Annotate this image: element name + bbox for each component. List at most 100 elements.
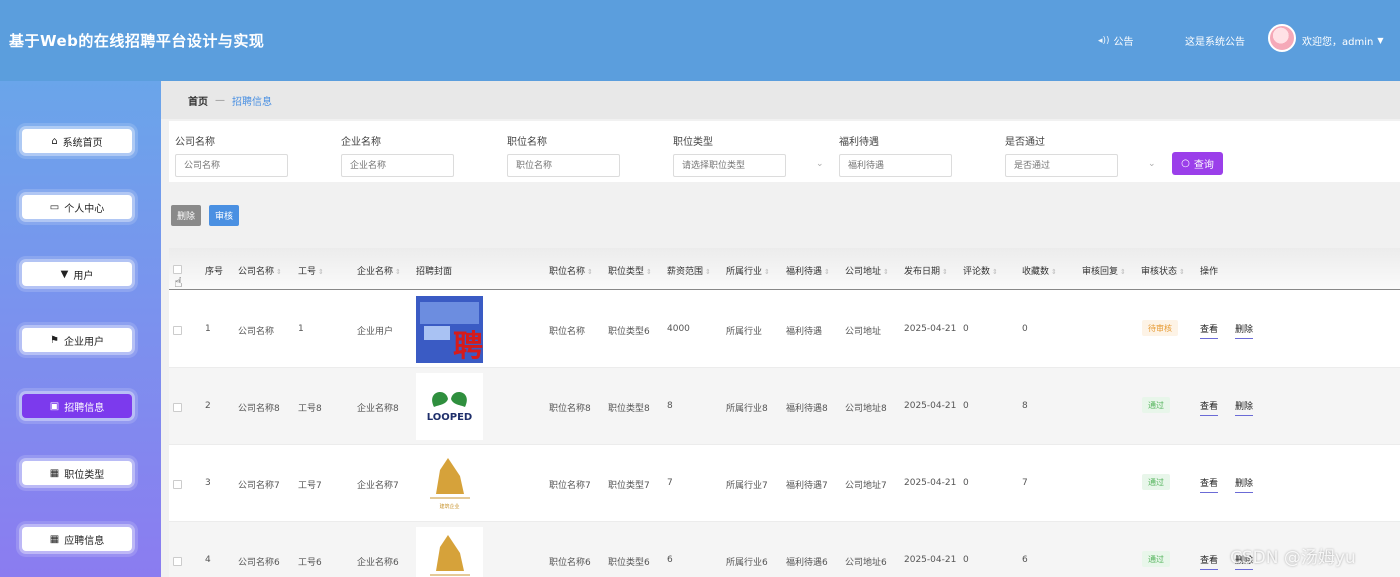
- row-checkbox[interactable]: [173, 480, 182, 489]
- cell-emp-no: 工号8: [298, 404, 322, 414]
- sidebar-item-profile[interactable]: ▭ 个人中心: [22, 195, 132, 219]
- view-button[interactable]: 查看: [1200, 476, 1219, 493]
- col-welfare[interactable]: 福利待遇 ⇕: [786, 264, 830, 277]
- cell-job-type: 职位类型8: [608, 404, 650, 414]
- sidebar-item-applications[interactable]: ▦ 应聘信息: [22, 527, 132, 551]
- cell-comments: 0: [963, 401, 969, 411]
- avatar[interactable]: [1268, 24, 1296, 52]
- cell-industry: 所属行业: [726, 327, 763, 337]
- cell-enterprise: 企业用户: [357, 327, 394, 337]
- sidebar-item-home[interactable]: ⌂ 系统首页: [22, 129, 132, 153]
- sidebar-item-job-types[interactable]: ▦ 职位类型: [22, 461, 132, 485]
- welcome-text: 欢迎您，admin: [1302, 37, 1374, 48]
- row-checkbox[interactable]: [173, 326, 182, 335]
- col-company[interactable]: 公司名称 ⇕: [238, 264, 282, 277]
- select-all-checkbox[interactable]: [173, 265, 182, 274]
- status-badge: 通过: [1142, 551, 1170, 567]
- col-label: 企业名称: [357, 267, 394, 277]
- view-button[interactable]: 查看: [1200, 399, 1219, 416]
- col-status[interactable]: 审核状态 ⇕: [1141, 264, 1185, 277]
- col-label: 职位类型: [608, 267, 645, 277]
- delete-button[interactable]: 删除: [1235, 322, 1254, 339]
- col-actions: 操作: [1200, 267, 1219, 277]
- col-label: 职位名称: [549, 267, 586, 277]
- col-label: 审核状态: [1141, 267, 1178, 277]
- col-industry[interactable]: 所属行业 ⇕: [726, 264, 770, 277]
- job-type-select[interactable]: [673, 154, 786, 177]
- cell-index: 2: [205, 401, 211, 411]
- col-favorites[interactable]: 收藏数 ⇕: [1022, 264, 1057, 277]
- caret-down-icon: ▼: [1377, 36, 1384, 45]
- user-menu[interactable]: 欢迎您，admin ▼: [1302, 33, 1384, 48]
- search-button[interactable]: ○ 查询: [1172, 152, 1223, 175]
- bulk-delete-button[interactable]: 删除: [171, 205, 202, 226]
- cell-comments: 0: [963, 478, 969, 488]
- col-label: 审核回复: [1082, 267, 1119, 277]
- cell-welfare: 福利待遇: [786, 327, 823, 337]
- sidebar-item-users[interactable]: ▼ 用户: [22, 262, 132, 286]
- breadcrumb-separator: —: [215, 94, 225, 106]
- cell-favorites: 8: [1022, 401, 1028, 411]
- enterprise-name-input[interactable]: [341, 154, 454, 177]
- sort-icon: ⇕: [395, 268, 401, 276]
- cell-job-type: 职位类型6: [608, 558, 650, 568]
- cover-text: LOOPED: [427, 412, 472, 423]
- notice-link[interactable]: ◂)) 公告: [1098, 33, 1134, 49]
- cell-favorites: 7: [1022, 478, 1028, 488]
- sidebar-item-label: 个人中心: [64, 203, 105, 215]
- col-label: 评论数: [963, 267, 991, 277]
- filter-label: 是否通过: [1005, 137, 1045, 148]
- col-label: 收藏数: [1022, 267, 1050, 277]
- col-label: 公司地址: [845, 267, 882, 277]
- delete-button[interactable]: 删除: [1235, 399, 1254, 416]
- cell-emp-no: 工号6: [298, 558, 322, 568]
- cover-image[interactable]: LOOPED: [416, 373, 483, 440]
- filter-label: 职位名称: [507, 137, 547, 148]
- col-salary[interactable]: 薪资范围 ⇕: [667, 264, 711, 277]
- filter-enterprise: 企业名称: [341, 133, 454, 177]
- status-badge: 通过: [1142, 474, 1170, 490]
- status-badge: 通过: [1142, 397, 1170, 413]
- filter-panel: 公司名称 企业名称 职位名称 职位类型 ⌄ 福利待遇 是否通过 ⌄: [169, 121, 1400, 182]
- delete-button[interactable]: 删除: [1235, 476, 1254, 493]
- cell-salary: 7: [667, 478, 673, 488]
- system-notice-text: 这是系统公告: [1185, 37, 1245, 48]
- col-comments[interactable]: 评论数 ⇕: [963, 264, 998, 277]
- col-reply[interactable]: 审核回复 ⇕: [1082, 264, 1126, 277]
- cell-favorites: 0: [1022, 324, 1028, 334]
- row-checkbox[interactable]: [173, 403, 182, 412]
- cover-image[interactable]: 建筑企业: [416, 450, 483, 517]
- chevron-down-icon: ⌄: [1148, 159, 1156, 169]
- col-job-type[interactable]: 职位类型 ⇕: [608, 264, 652, 277]
- col-address[interactable]: 公司地址 ⇕: [845, 264, 889, 277]
- sidebar-item-label: 企业用户: [63, 336, 104, 348]
- cell-comments: 0: [963, 555, 969, 565]
- cell-index: 4: [205, 555, 211, 565]
- cell-address: 公司地址6: [845, 558, 887, 568]
- cover-image[interactable]: 聘: [416, 296, 483, 363]
- company-name-input[interactable]: [175, 154, 288, 177]
- col-enterprise[interactable]: 企业名称 ⇕: [357, 264, 401, 277]
- job-name-input[interactable]: [507, 154, 620, 177]
- audit-button[interactable]: 审核: [209, 205, 240, 226]
- row-checkbox[interactable]: [173, 557, 182, 566]
- cover-image[interactable]: [416, 527, 483, 577]
- view-button[interactable]: 查看: [1200, 322, 1219, 339]
- col-emp-no[interactable]: 工号 ⇕: [298, 264, 324, 277]
- filter-approved: 是否通过 ⌄: [1005, 133, 1156, 177]
- breadcrumb-home[interactable]: 首页: [188, 93, 208, 108]
- sort-icon: ⇕: [1120, 268, 1126, 276]
- sidebar-item-enterprise-users[interactable]: ⚑ 企业用户: [22, 328, 132, 352]
- cell-company: 公司名称: [238, 327, 275, 337]
- view-button[interactable]: 查看: [1200, 553, 1219, 570]
- sidebar-item-recruitment[interactable]: ▣ 招聘信息: [22, 394, 132, 418]
- approved-select[interactable]: [1005, 154, 1118, 177]
- col-date[interactable]: 发布日期 ⇕: [904, 264, 948, 277]
- filter-job-type: 职位类型 ⌄: [673, 133, 824, 177]
- col-index: 序号: [205, 267, 224, 277]
- table-row: 3 公司名称7 工号7 企业名称7 建筑企业 职位名称7 职位类型7 7 所属行…: [169, 445, 1400, 522]
- welfare-input[interactable]: [839, 154, 952, 177]
- col-job[interactable]: 职位名称 ⇕: [549, 264, 593, 277]
- filter-job-name: 职位名称: [507, 133, 620, 177]
- cell-company: 公司名称7: [238, 481, 280, 491]
